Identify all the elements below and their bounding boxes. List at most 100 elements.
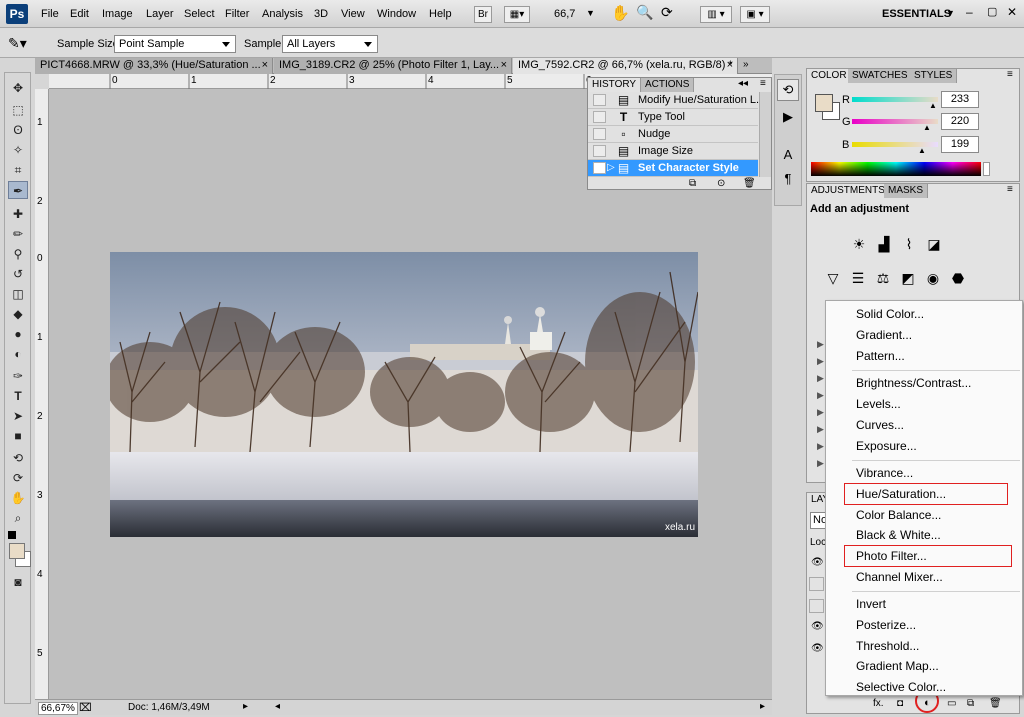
panel-collapse-icon[interactable]: ◂◂ bbox=[738, 78, 748, 89]
r-value-field[interactable]: 233 bbox=[941, 91, 979, 108]
status-menu-icon[interactable]: ▸ bbox=[243, 701, 248, 712]
menu-item-gradient-map[interactable]: Gradient Map... bbox=[856, 659, 939, 673]
menu-edit[interactable]: Edit bbox=[70, 8, 89, 20]
menu-item-curves[interactable]: Curves... bbox=[856, 418, 904, 432]
r-slider-thumb[interactable]: ▲ bbox=[929, 101, 937, 110]
exposure-icon[interactable]: ◪ bbox=[924, 234, 944, 254]
marquee-icon[interactable]: ⬚ bbox=[8, 101, 28, 119]
clone-stamp-icon[interactable]: ⚲ bbox=[8, 245, 28, 263]
snapshot-icon[interactable]: ⊙ bbox=[717, 178, 725, 189]
hue-saturation-icon[interactable]: ☰ bbox=[848, 268, 868, 288]
document-image[interactable]: xela.ru bbox=[110, 252, 698, 537]
r-slider[interactable] bbox=[852, 97, 938, 102]
history-item-selected[interactable]: ▷ ▤ Set Character Style bbox=[588, 160, 758, 177]
history-source-checkbox[interactable] bbox=[593, 162, 606, 174]
move-icon[interactable]: ✥ bbox=[8, 79, 28, 97]
quick-select-icon[interactable]: ✧ bbox=[8, 141, 28, 159]
type-icon[interactable]: T bbox=[8, 387, 28, 405]
white-swatch[interactable] bbox=[983, 162, 990, 176]
maximize-button[interactable]: ▢ bbox=[987, 5, 997, 18]
scroll-right-icon[interactable]: ▸ bbox=[760, 701, 765, 712]
actions-panel-icon[interactable]: ▶ bbox=[777, 107, 799, 127]
trash-icon[interactable]: 🗑 bbox=[743, 178, 756, 189]
fx-icon[interactable]: fx. bbox=[873, 698, 884, 709]
menu-item-levels[interactable]: Levels... bbox=[856, 397, 901, 411]
eyedropper-preset-icon[interactable]: ✎▾ bbox=[8, 35, 27, 52]
healing-brush-icon[interactable]: ✚ bbox=[8, 205, 28, 223]
history-item[interactable]: ▤ Image Size bbox=[588, 143, 758, 160]
menu-image[interactable]: Image bbox=[102, 8, 133, 20]
foreground-color-swatch[interactable] bbox=[815, 94, 833, 112]
group-icon[interactable]: ▭ bbox=[947, 698, 956, 709]
pen-icon[interactable]: ✑ bbox=[8, 367, 28, 385]
menu-window[interactable]: Window bbox=[377, 8, 416, 20]
levels-icon[interactable]: ▟ bbox=[874, 234, 894, 254]
menu-item-brightness-contrast[interactable]: Brightness/Contrast... bbox=[856, 376, 971, 390]
workspace-switcher[interactable]: ESSENTIALS bbox=[882, 8, 951, 20]
zoom-tool-icon[interactable]: 🔍 bbox=[636, 4, 653, 21]
tab-history[interactable]: HISTORY bbox=[588, 78, 642, 92]
history-source-checkbox[interactable] bbox=[593, 94, 606, 106]
scroll-left-icon[interactable]: ◂ bbox=[275, 701, 280, 712]
shape-icon[interactable]: ■ bbox=[8, 427, 28, 445]
close-button[interactable]: ✕ bbox=[1007, 5, 1017, 19]
history-item[interactable]: T Type Tool bbox=[588, 109, 758, 126]
tab-adjustments[interactable]: ADJUSTMENTS bbox=[807, 184, 890, 198]
panel-menu-icon[interactable]: ≡ bbox=[1007, 184, 1013, 195]
mask-icon[interactable]: ◘ bbox=[897, 698, 903, 709]
path-select-icon[interactable]: ➤ bbox=[8, 407, 28, 425]
quick-mask-icon[interactable]: ◙ bbox=[8, 573, 28, 591]
tab-swatches[interactable]: SWATCHES bbox=[848, 69, 913, 83]
tab-close-icon[interactable]: × bbox=[501, 58, 507, 73]
menu-item-vibrance[interactable]: Vibrance... bbox=[856, 466, 913, 480]
menu-3d[interactable]: 3D bbox=[314, 8, 328, 20]
character-panel-icon[interactable]: A bbox=[777, 145, 799, 165]
b-value-field[interactable]: 199 bbox=[941, 136, 979, 153]
menu-item-gradient[interactable]: Gradient... bbox=[856, 328, 912, 342]
history-item[interactable]: ▫ Nudge bbox=[588, 126, 758, 143]
status-icon[interactable]: ⌧ bbox=[79, 701, 92, 714]
menu-help[interactable]: Help bbox=[429, 8, 452, 20]
history-brush-icon[interactable]: ↺ bbox=[8, 265, 28, 283]
panel-menu-icon[interactable]: ≡ bbox=[1007, 69, 1013, 80]
history-source-checkbox[interactable] bbox=[593, 128, 606, 140]
history-state-slider-icon[interactable]: ▷ bbox=[607, 160, 615, 176]
sample-select[interactable]: All Layers bbox=[282, 35, 378, 53]
blur-icon[interactable]: ● bbox=[8, 325, 28, 343]
menu-filter[interactable]: Filter bbox=[225, 8, 249, 20]
3d-rotate-icon[interactable]: ⟲ bbox=[8, 449, 28, 467]
tab-pict4668[interactable]: PICT4668.MRW @ 33,3% (Hue/Saturation ...… bbox=[35, 58, 273, 74]
workspace-dropdown-icon[interactable]: ▼ bbox=[946, 8, 955, 18]
menu-item-threshold[interactable]: Threshold... bbox=[856, 639, 919, 653]
menu-item-exposure[interactable]: Exposure... bbox=[856, 439, 917, 453]
foreground-color-swatch[interactable] bbox=[9, 543, 25, 559]
menu-analysis[interactable]: Analysis bbox=[262, 8, 303, 20]
visibility-eye-icon[interactable]: 👁 bbox=[811, 643, 824, 654]
hand-icon[interactable]: ✋ bbox=[8, 489, 28, 507]
history-item[interactable]: ▤ Modify Hue/Saturation L... bbox=[588, 92, 765, 109]
tab-close-icon[interactable]: × bbox=[727, 58, 733, 73]
hand-tool-icon[interactable]: ✋ bbox=[611, 4, 630, 22]
minimize-button[interactable]: – bbox=[966, 5, 973, 19]
black-white-icon[interactable]: ◩ bbox=[898, 268, 918, 288]
menu-item-black-white[interactable]: Black & White... bbox=[856, 528, 941, 542]
rotate-view-icon[interactable]: ⟳ bbox=[661, 4, 673, 21]
view-extras-button[interactable]: ▦▾ bbox=[504, 6, 530, 23]
b-slider-thumb[interactable]: ▲ bbox=[918, 146, 926, 155]
zoom-level[interactable]: 66,67% bbox=[38, 702, 78, 715]
vibrance-icon[interactable]: ▽ bbox=[823, 268, 843, 288]
bridge-button[interactable]: Br bbox=[474, 6, 492, 23]
history-source-checkbox[interactable] bbox=[593, 111, 606, 123]
paint-bucket-icon[interactable]: ◆ bbox=[8, 305, 28, 323]
menu-item-posterize[interactable]: Posterize... bbox=[856, 618, 916, 632]
dodge-icon[interactable]: ◐ bbox=[8, 345, 28, 363]
menu-layer[interactable]: Layer bbox=[146, 8, 174, 20]
3d-orbit-icon[interactable]: ⟳ bbox=[8, 469, 28, 487]
menu-item-color-balance[interactable]: Color Balance... bbox=[856, 508, 941, 522]
channel-mixer-icon[interactable]: ⬣ bbox=[948, 268, 968, 288]
curves-icon[interactable]: ⌇ bbox=[899, 234, 919, 254]
arrange-documents-button[interactable]: ▥ ▾ bbox=[700, 6, 732, 23]
menu-item-channel-mixer[interactable]: Channel Mixer... bbox=[856, 570, 943, 584]
visibility-toggle[interactable] bbox=[809, 577, 824, 591]
tab-close-icon[interactable]: × bbox=[262, 58, 268, 73]
